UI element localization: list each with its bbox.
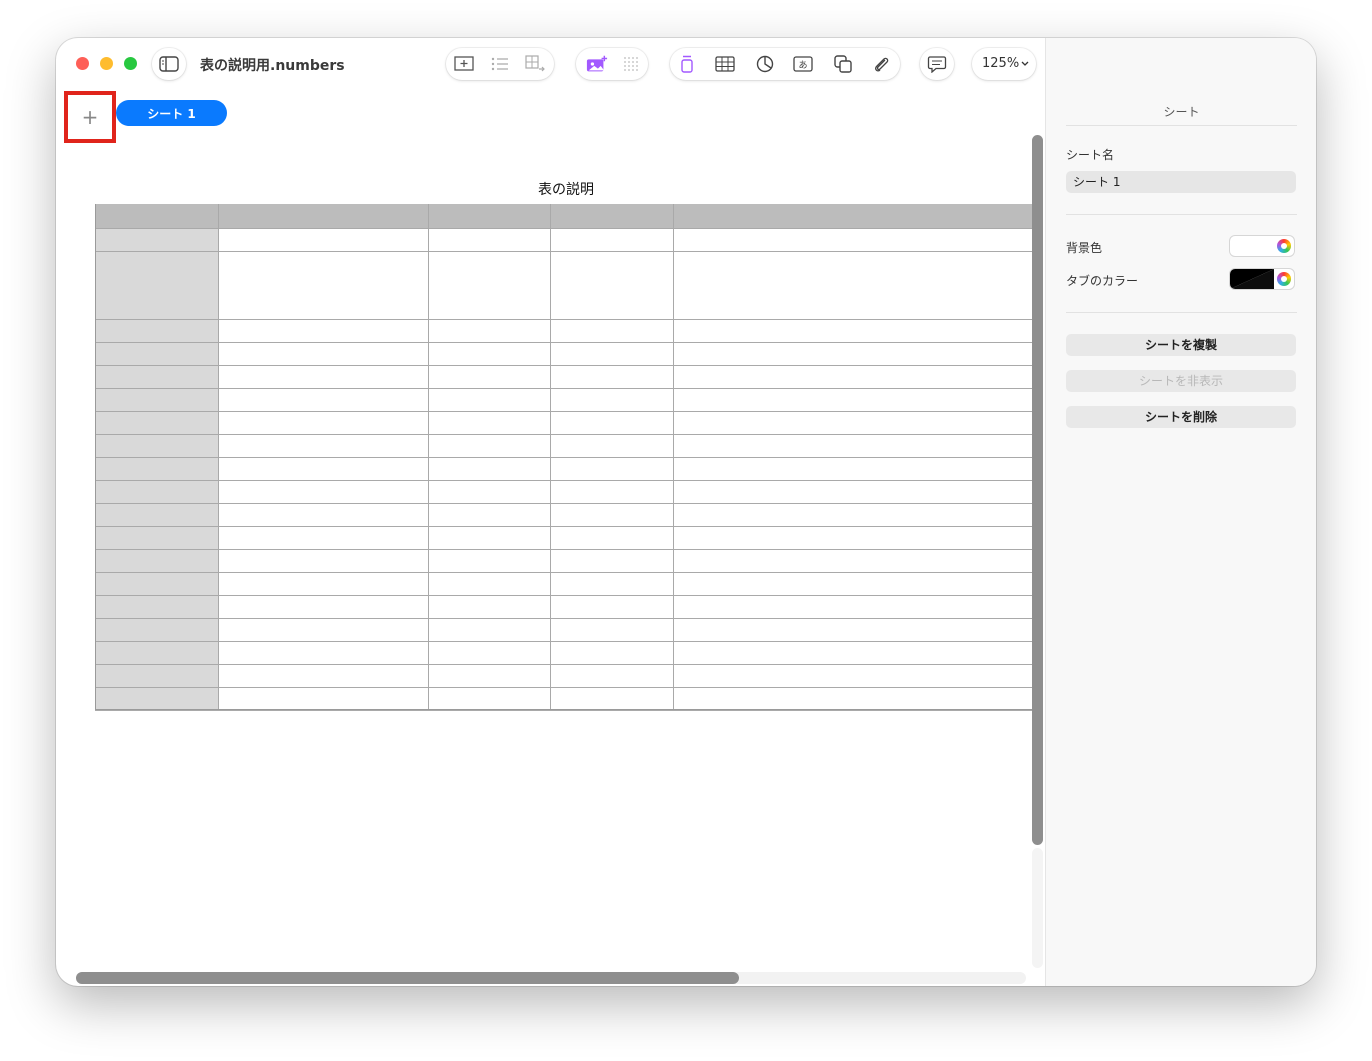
divider	[1066, 312, 1297, 313]
zoom-control[interactable]: 125%	[972, 48, 1036, 80]
delete-sheet-button[interactable]: シートを削除	[1066, 406, 1296, 428]
background-color-well[interactable]	[1230, 236, 1294, 256]
minimize-window-button[interactable]	[100, 57, 113, 70]
comment-icon	[926, 54, 948, 74]
toolbar-group-media	[576, 48, 648, 80]
svg-text:あ: あ	[798, 60, 807, 71]
attach-icon[interactable]	[870, 54, 892, 74]
toolbar-group-objects: あ	[670, 48, 900, 80]
table-add-icon[interactable]	[524, 54, 546, 74]
divider	[1066, 214, 1297, 215]
window-controls	[76, 57, 137, 70]
toolbar-group-insert	[446, 48, 554, 80]
shape-icon[interactable]	[832, 54, 854, 74]
vertical-scrollbar[interactable]	[1032, 135, 1043, 845]
sheet-tab-1[interactable]: シート 1	[116, 100, 227, 126]
text-icon[interactable]	[676, 54, 698, 74]
table-grid[interactable]	[95, 204, 1041, 711]
chevron-down-icon	[1021, 61, 1029, 66]
zoom-value: 125%	[982, 56, 1020, 71]
window-title: 表の説明用.numbers	[200, 58, 345, 74]
tab-color-well[interactable]	[1230, 269, 1294, 289]
duplicate-sheet-button[interactable]: シートを複製	[1066, 334, 1296, 356]
zoom-window-button[interactable]	[124, 57, 137, 70]
color-wheel-icon[interactable]	[1277, 239, 1291, 253]
header-column[interactable]	[95, 228, 218, 710]
sidebar-toggle-button[interactable]	[152, 48, 186, 80]
inspector-section-title: シート	[1163, 105, 1200, 119]
insert-icon[interactable]	[453, 54, 475, 74]
media-icon[interactable]	[586, 54, 608, 74]
divider	[1066, 125, 1297, 126]
table-title[interactable]: 表の説明	[538, 179, 594, 199]
tab-color-label: タブのカラー	[1066, 274, 1139, 288]
chart-icon[interactable]	[754, 54, 776, 74]
inspector-sidebar: シート シート名 シート 1 背景色 タブのカラー シートを複製 シートを非表示…	[1045, 38, 1316, 986]
comment-button[interactable]	[920, 48, 954, 80]
sheet-name-label: シート名	[1066, 148, 1115, 162]
horizontal-scrollbar[interactable]	[76, 972, 739, 984]
add-sheet-button[interactable]: +	[64, 91, 116, 143]
app-window: 表の説明用.numbers あ 125% + シート 1 表の説明 シート シー…	[56, 38, 1316, 986]
color-wheel-icon[interactable]	[1277, 272, 1291, 286]
background-color-label: 背景色	[1066, 241, 1103, 255]
textbox-icon[interactable]: あ	[792, 54, 814, 74]
sidebar-toggle-icon	[158, 54, 180, 74]
list-icon[interactable]	[489, 54, 511, 74]
header-row[interactable]	[95, 204, 1041, 228]
vertical-scroll-track[interactable]	[1032, 848, 1043, 968]
close-window-button[interactable]	[76, 57, 89, 70]
grid-icon[interactable]	[620, 54, 642, 74]
table-icon[interactable]	[714, 54, 736, 74]
sheet-name-field[interactable]: シート 1	[1066, 171, 1296, 193]
hide-sheet-button[interactable]: シートを非表示	[1066, 370, 1296, 392]
